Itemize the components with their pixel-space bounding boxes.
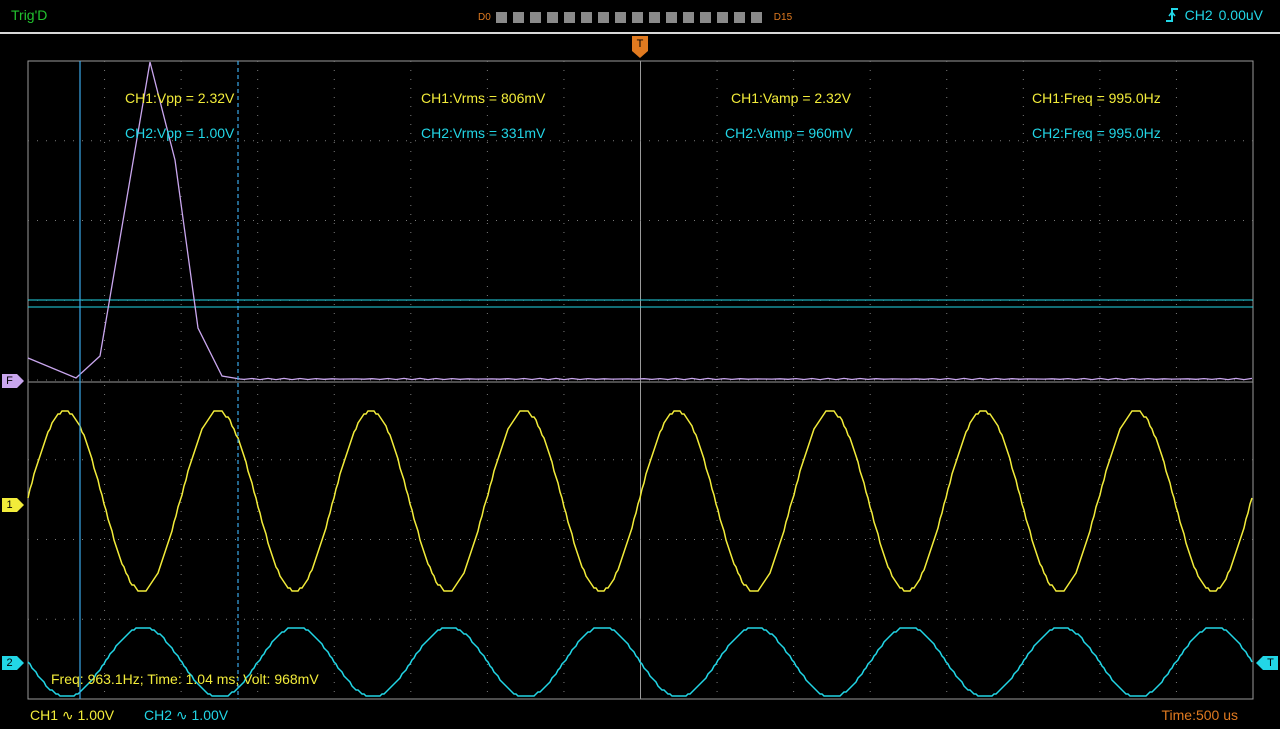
digital-channel-square <box>648 11 660 23</box>
trigger-level-marker[interactable]: T <box>1256 656 1278 675</box>
trigger-level: 0.00uV <box>1218 7 1263 23</box>
math-channel-marker[interactable]: F <box>2 374 24 393</box>
digital-channels-indicator[interactable]: D0 D15 <box>478 11 792 23</box>
digital-channel-square <box>563 11 575 23</box>
trigger-time-marker[interactable]: T <box>632 36 648 63</box>
digital-channel-square <box>529 11 541 23</box>
digital-channel-square <box>750 11 762 23</box>
digital-channel-square <box>682 11 694 23</box>
ch1-marker-label: 1 <box>6 499 13 511</box>
ch1-vpp-measurement: CH1:Vpp = 2.32V <box>125 90 235 106</box>
trigger-time-marker-label: T <box>636 38 644 50</box>
ch2-marker-label: 2 <box>6 657 13 669</box>
ch1-offset-marker[interactable]: 1 <box>2 498 24 517</box>
digital-channel-square <box>546 11 558 23</box>
ch1-vrms-measurement: CH1:Vrms = 806mV <box>421 90 546 106</box>
digital-channel-square <box>631 11 643 23</box>
ch2-scale-setting[interactable]: CH2 ∿ 1.00V <box>144 707 228 724</box>
ch2-offset-marker[interactable]: 2 <box>2 656 24 675</box>
ch2-vamp-measurement: CH2:Vamp = 960mV <box>725 125 853 141</box>
digital-channel-square <box>597 11 609 23</box>
trigger-level-marker-label: T <box>1267 657 1274 669</box>
ch2-vpp-measurement: CH2:Vpp = 1.00V <box>125 125 235 141</box>
cursor-readout: Freq: 963.1Hz; Time: 1.04 ms; Volt: 968m… <box>51 671 319 687</box>
ch2-freq-measurement: CH2:Freq = 995.0Hz <box>1032 125 1161 141</box>
trigger-source: CH2 <box>1184 7 1213 23</box>
ch1-freq-measurement: CH1:Freq = 995.0Hz <box>1032 90 1161 106</box>
digital-channel-square <box>733 11 745 23</box>
timebase-setting[interactable]: Time:500 us <box>1161 707 1238 723</box>
digital-start-label: D0 <box>478 11 491 23</box>
ch1-vamp-measurement: CH1:Vamp = 2.32V <box>731 90 851 106</box>
digital-channel-square <box>580 11 592 23</box>
digital-end-label: D15 <box>773 11 793 23</box>
ch2-vrms-measurement: CH2:Vrms = 331mV <box>421 125 546 141</box>
digital-channel-square <box>716 11 728 23</box>
trigger-status: Trig'D <box>11 7 48 23</box>
trigger-source-indicator[interactable]: CH2 0.00uV <box>1165 6 1263 24</box>
rising-edge-trigger-icon <box>1165 8 1178 22</box>
digital-channel-square <box>512 11 524 23</box>
digital-channel-squares <box>495 11 768 23</box>
digital-channel-square <box>699 11 711 23</box>
digital-channel-square <box>614 11 626 23</box>
ch1-scale-setting[interactable]: CH1 ∿ 1.00V <box>30 707 114 724</box>
top-status-bar: Trig'D D0 D15 CH2 0.00uV <box>0 0 1280 32</box>
digital-channel-square <box>665 11 677 23</box>
digital-channel-square <box>495 11 507 23</box>
math-marker-label: F <box>6 375 13 387</box>
